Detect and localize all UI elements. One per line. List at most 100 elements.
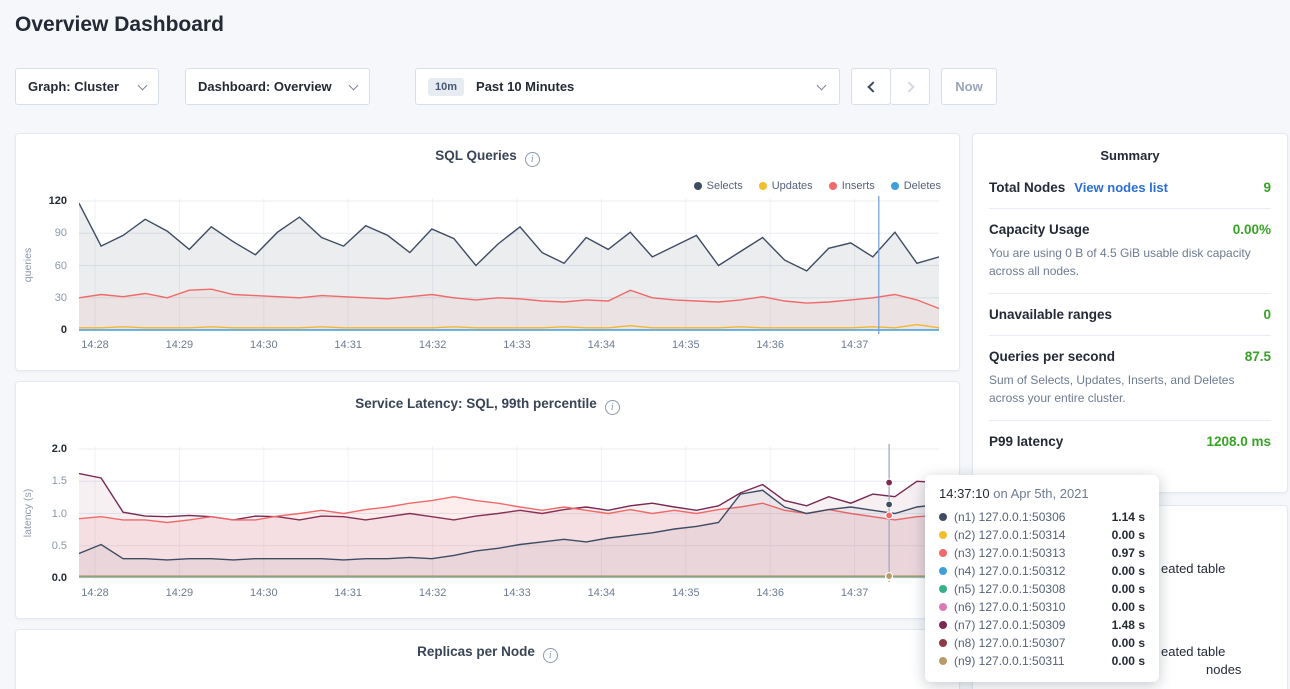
service-latency-chart[interactable] xyxy=(79,444,939,582)
x-axis-labels: 14:2814:2914:3014:3114:3214:3314:3414:35… xyxy=(79,587,939,603)
qps-label: Queries per second xyxy=(989,349,1115,364)
replicas-per-node-chart-panel: Replicas per Nodei xyxy=(15,629,960,689)
x-tick-label: 14:30 xyxy=(250,587,278,599)
chevron-left-icon xyxy=(867,81,878,92)
legend-dot xyxy=(759,182,767,190)
tooltip-row: (n5) 127.0.0.1:503080.00 s xyxy=(939,580,1145,598)
y-tick-label: 2.0 xyxy=(31,443,67,455)
now-button-label: Now xyxy=(955,79,982,94)
series-dot xyxy=(939,657,947,665)
y-axis-labels: 0.00.51.01.52.0 xyxy=(31,444,73,582)
chevron-down-icon xyxy=(349,80,359,90)
tooltip-row: (n2) 127.0.0.1:503140.00 s xyxy=(939,526,1145,544)
sql-queries-plot: queries 0306090120 14:2814:2914:3014:311… xyxy=(79,196,939,334)
y-tick-label: 120 xyxy=(31,195,67,207)
now-button[interactable]: Now xyxy=(941,68,997,105)
summary-panel: Summary Total Nodes View nodes list 9 Ca… xyxy=(972,133,1288,493)
event-item-fragment[interactable]: eated table xyxy=(1161,644,1225,659)
chart-title: Service Latency: SQL, 99th percentilei xyxy=(16,396,959,415)
x-tick-label: 14:33 xyxy=(503,587,531,599)
summary-row-unavailable-ranges: Unavailable ranges 0 xyxy=(989,294,1271,336)
tooltip-row: (n3) 127.0.0.1:503130.97 s xyxy=(939,544,1145,562)
tooltip-time: 14:37:10 xyxy=(939,486,990,501)
series-dot xyxy=(939,567,947,575)
capacity-usage-description: You are using 0 B of 4.5 GiB usable disk… xyxy=(989,244,1271,280)
time-range-dropdown[interactable]: 10m Past 10 Minutes xyxy=(415,68,840,105)
series-dot xyxy=(939,639,947,647)
x-tick-label: 14:35 xyxy=(672,587,700,599)
time-next-button[interactable] xyxy=(890,68,930,105)
total-nodes-value: 9 xyxy=(1263,180,1271,195)
time-prev-button[interactable] xyxy=(851,68,891,105)
y-tick-label: 60 xyxy=(31,260,67,272)
overview-dashboard-page: Overview Dashboard Graph: Cluster Dashbo… xyxy=(0,0,1290,689)
tooltip-row: (n9) 127.0.0.1:503110.00 s xyxy=(939,652,1145,670)
series-dot xyxy=(939,513,947,521)
chart-title: Replicas per Nodei xyxy=(16,644,959,663)
chart-legend: Selects Updates Inserts Deletes xyxy=(694,180,941,192)
series-dot xyxy=(939,549,947,557)
y-tick-label: 1.0 xyxy=(31,508,67,520)
x-tick-label: 14:36 xyxy=(756,587,784,599)
info-icon[interactable]: i xyxy=(605,400,620,415)
y-tick-label: 30 xyxy=(31,292,67,304)
chevron-down-icon xyxy=(138,80,148,90)
graph-dropdown[interactable]: Graph: Cluster xyxy=(15,68,159,105)
series-dot xyxy=(939,621,947,629)
sql-queries-chart-panel: SQL Queriesi Selects Updates Inserts Del… xyxy=(15,133,960,371)
page-title: Overview Dashboard xyxy=(15,13,224,37)
sql-queries-chart[interactable] xyxy=(79,196,939,334)
x-tick-label: 14:28 xyxy=(81,587,109,599)
summary-row-total-nodes: Total Nodes View nodes list 9 xyxy=(989,167,1271,209)
legend-item: Deletes xyxy=(891,180,941,192)
x-tick-label: 14:28 xyxy=(81,339,109,351)
view-nodes-list-link[interactable]: View nodes list xyxy=(1074,180,1168,195)
dashboard-dropdown[interactable]: Dashboard: Overview xyxy=(185,68,370,105)
x-axis-labels: 14:2814:2914:3014:3114:3214:3314:3414:35… xyxy=(79,339,939,355)
event-item-fragment[interactable]: eated table xyxy=(1161,561,1225,576)
tooltip-row: (n6) 127.0.0.1:503100.00 s xyxy=(939,598,1145,616)
service-latency-chart-panel: Service Latency: SQL, 99th percentilei l… xyxy=(15,381,960,619)
summary-row-p99-latency: P99 latency 1208.0 ms xyxy=(989,421,1271,462)
series-dot xyxy=(939,603,947,611)
capacity-usage-value: 0.00% xyxy=(1233,222,1271,237)
x-tick-label: 14:30 xyxy=(250,339,278,351)
x-tick-label: 14:34 xyxy=(588,339,616,351)
info-icon[interactable]: i xyxy=(543,648,558,663)
legend-item: Inserts xyxy=(829,180,875,192)
x-tick-label: 14:32 xyxy=(419,587,447,599)
x-tick-label: 14:36 xyxy=(756,339,784,351)
unavailable-ranges-value: 0 xyxy=(1263,307,1271,322)
y-tick-label: 90 xyxy=(31,227,67,239)
x-tick-label: 14:35 xyxy=(672,339,700,351)
legend-item: Selects xyxy=(694,180,743,192)
time-range-badge: 10m xyxy=(428,78,464,96)
y-tick-label: 0 xyxy=(31,324,67,336)
p99-latency-value: 1208.0 ms xyxy=(1206,434,1271,449)
info-icon[interactable]: i xyxy=(525,152,540,167)
summary-heading: Summary xyxy=(989,148,1271,163)
graph-dropdown-label: Graph: Cluster xyxy=(28,79,119,94)
legend-item: Updates xyxy=(759,180,813,192)
y-axis-labels: 0 30 60 90 120 xyxy=(31,196,73,334)
qps-value: 87.5 xyxy=(1245,349,1271,364)
x-tick-label: 14:31 xyxy=(334,587,362,599)
x-tick-label: 14:29 xyxy=(166,339,194,351)
unavailable-ranges-label: Unavailable ranges xyxy=(989,307,1112,322)
tooltip-row: (n4) 127.0.0.1:503120.00 s xyxy=(939,562,1145,580)
chart-title: SQL Queriesi xyxy=(16,148,959,167)
tooltip-row: (n1) 127.0.0.1:503061.14 s xyxy=(939,508,1145,526)
x-tick-label: 14:33 xyxy=(503,339,531,351)
x-tick-label: 14:29 xyxy=(166,587,194,599)
legend-dot xyxy=(891,182,899,190)
event-item-fragment[interactable]: nodes xyxy=(1206,662,1241,677)
chart-hover-tooltip: 14:37:10 on Apr 5th, 2021 (n1) 127.0.0.1… xyxy=(925,475,1159,682)
y-tick-label: 0.5 xyxy=(31,540,67,552)
service-latency-plot: latency (s) 0.00.51.01.52.0 14:2814:2914… xyxy=(79,444,939,582)
chevron-right-icon xyxy=(903,81,914,92)
tooltip-date: on Apr 5th, 2021 xyxy=(990,486,1089,501)
x-tick-label: 14:37 xyxy=(841,587,869,599)
legend-dot xyxy=(829,182,837,190)
capacity-usage-label: Capacity Usage xyxy=(989,222,1090,237)
qps-description: Sum of Selects, Updates, Inserts, and De… xyxy=(989,371,1271,407)
